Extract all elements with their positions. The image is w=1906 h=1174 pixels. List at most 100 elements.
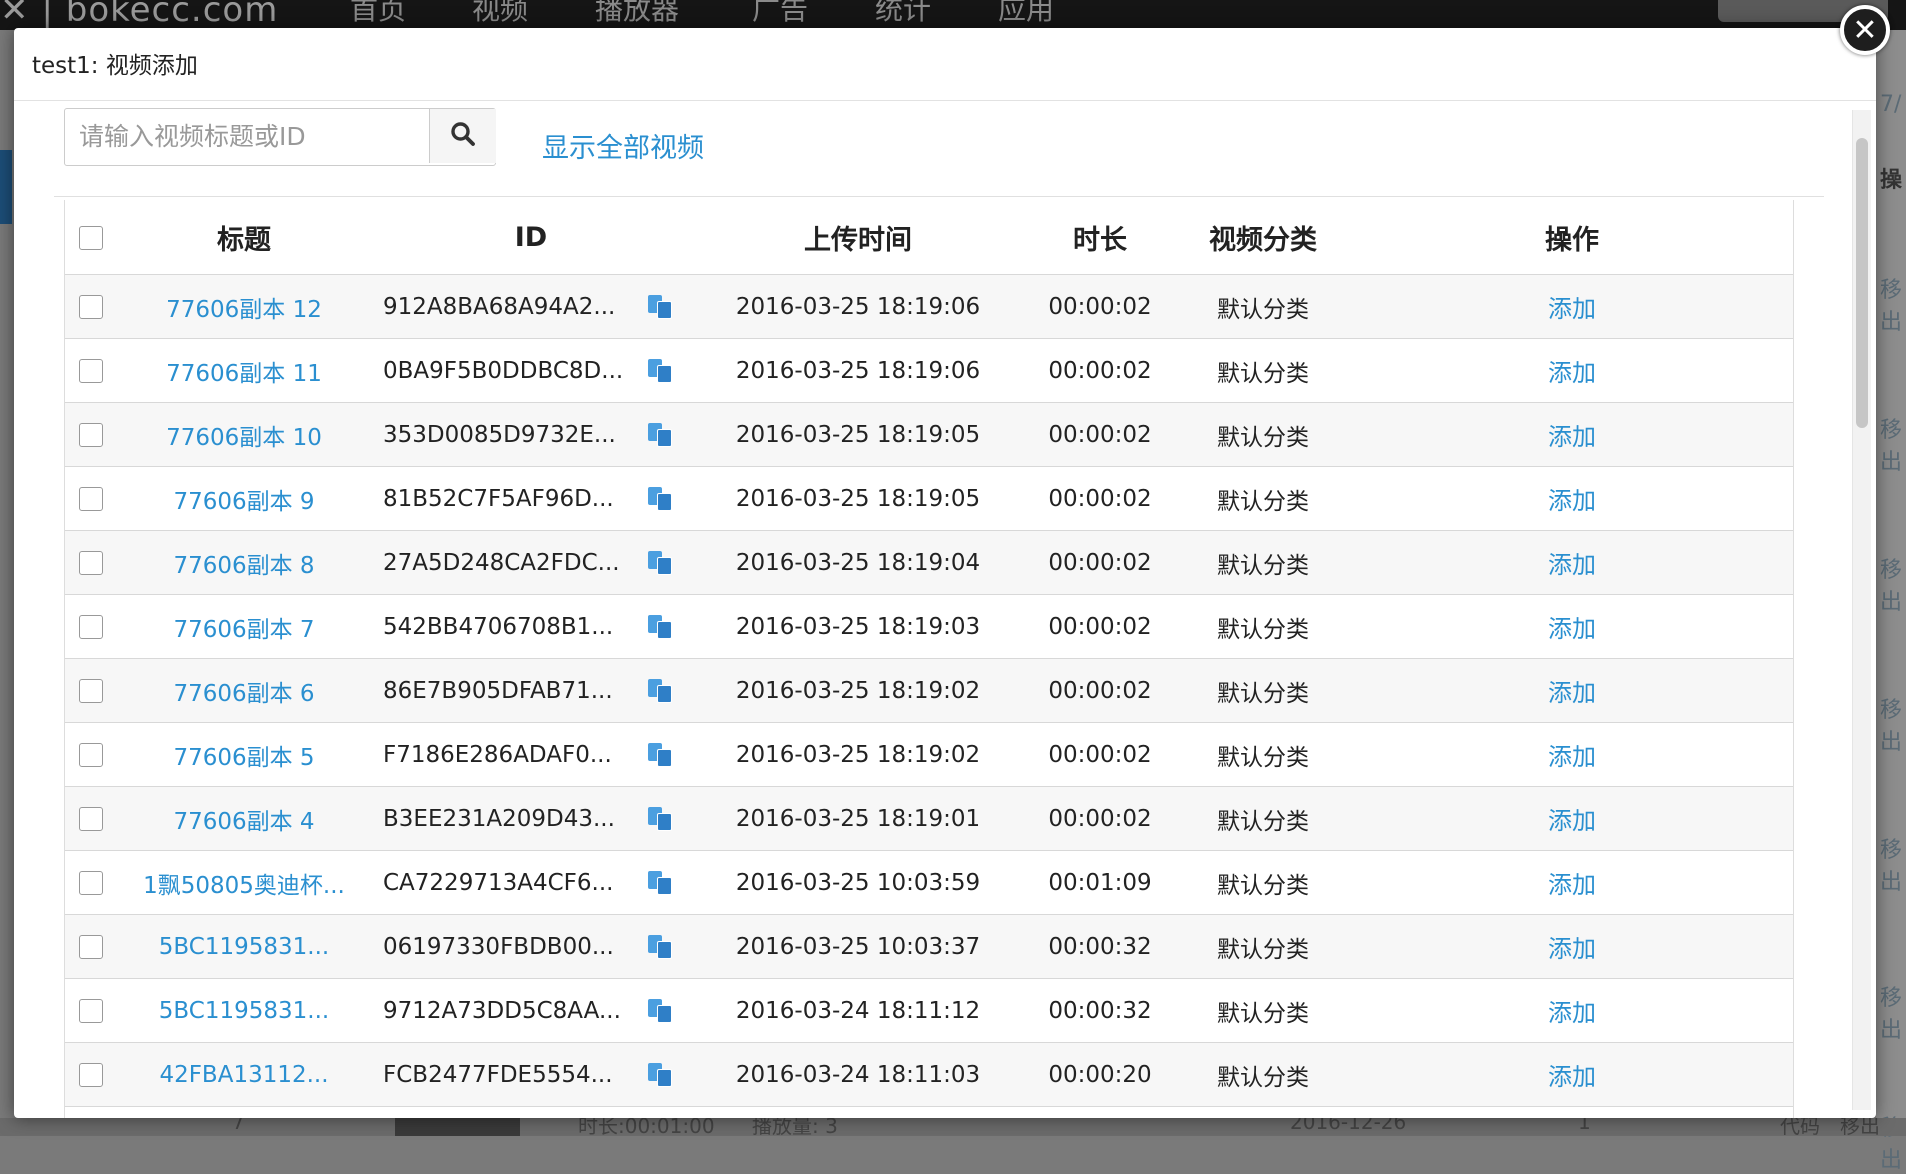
row-checkbox[interactable] bbox=[79, 1063, 103, 1087]
duration: 00:00:02 bbox=[1025, 658, 1175, 723]
copy-icon[interactable] bbox=[648, 359, 674, 383]
title-cell: 1飘50805奥迪杯... bbox=[117, 850, 371, 915]
video-id: F7186E286ADAF0... bbox=[371, 722, 631, 787]
title-cell: 77606副本 6 bbox=[117, 658, 371, 723]
copy-icon[interactable] bbox=[648, 999, 674, 1023]
copy-id-cell bbox=[631, 466, 691, 531]
background-bottom-code: 代码 bbox=[1780, 1118, 1820, 1136]
copy-icon[interactable] bbox=[648, 551, 674, 575]
row-checkbox[interactable] bbox=[79, 807, 103, 831]
close-button[interactable]: ✕ bbox=[1840, 5, 1890, 55]
row-checkbox[interactable] bbox=[79, 743, 103, 767]
duration: 00:00:02 bbox=[1025, 722, 1175, 787]
add-video-link[interactable]: 添加 bbox=[1548, 295, 1596, 323]
background-nav-video: 视频 bbox=[472, 0, 529, 26]
action-cell: 添加 bbox=[1351, 914, 1793, 979]
background-bottom-plays: 播放量: 3 bbox=[752, 1118, 838, 1136]
video-title-link[interactable]: 5BC1195831... bbox=[159, 998, 329, 1024]
header-action: 操作 bbox=[1351, 200, 1793, 275]
copy-icon[interactable] bbox=[648, 423, 674, 447]
category: 默认分类 bbox=[1175, 1106, 1351, 1118]
video-title-link[interactable]: 42FBA13112... bbox=[159, 1062, 328, 1088]
video-id: B3EE231A209D43... bbox=[371, 786, 631, 851]
video-table: 标题 ID 上传时间 时长 视频分类 操作 77606副本 12 912A8BA6… bbox=[65, 200, 1793, 1118]
row-checkbox-cell bbox=[65, 978, 117, 1043]
action-cell: 添加 bbox=[1351, 850, 1793, 915]
show-all-videos-link[interactable]: 显示全部视频 bbox=[542, 126, 704, 165]
video-title-link[interactable]: 77606副本 4 bbox=[173, 809, 314, 835]
title-cell: 77606副本 8 bbox=[117, 530, 371, 595]
upload-time: 2016-03-25 18:19:06 bbox=[691, 274, 1025, 339]
action-cell: 添加 bbox=[1351, 1042, 1793, 1107]
add-video-link[interactable]: 添加 bbox=[1548, 935, 1596, 963]
duration: 00:00:02 bbox=[1025, 274, 1175, 339]
row-checkbox[interactable] bbox=[79, 871, 103, 895]
row-checkbox[interactable] bbox=[79, 999, 103, 1023]
add-video-link[interactable]: 添加 bbox=[1548, 359, 1596, 387]
row-checkbox-cell bbox=[65, 338, 117, 403]
upload-time: 2016-03-25 10:03:37 bbox=[691, 914, 1025, 979]
background-bottom-index: 7 bbox=[232, 1118, 245, 1134]
add-video-link[interactable]: 添加 bbox=[1548, 487, 1596, 515]
modal-scrollbar-thumb[interactable] bbox=[1856, 138, 1868, 428]
copy-icon[interactable] bbox=[648, 871, 674, 895]
action-cell: 添加 bbox=[1351, 274, 1793, 339]
add-video-link[interactable]: 添加 bbox=[1548, 1063, 1596, 1091]
copy-icon[interactable] bbox=[648, 935, 674, 959]
add-video-link[interactable]: 添加 bbox=[1548, 423, 1596, 451]
title-cell: 77606副本 12 bbox=[117, 274, 371, 339]
copy-icon[interactable] bbox=[648, 743, 674, 767]
copy-icon[interactable] bbox=[648, 487, 674, 511]
copy-icon[interactable] bbox=[648, 1063, 674, 1087]
copy-icon[interactable] bbox=[648, 615, 674, 639]
background-nav-stats: 统计 bbox=[875, 0, 932, 26]
row-checkbox[interactable] bbox=[79, 935, 103, 959]
row-checkbox[interactable] bbox=[79, 615, 103, 639]
modal-scrollbar[interactable] bbox=[1852, 110, 1871, 1110]
video-title-link[interactable]: 77606副本 12 bbox=[166, 297, 322, 323]
row-checkbox[interactable] bbox=[79, 551, 103, 575]
copy-id-cell bbox=[631, 850, 691, 915]
action-cell: 添加 bbox=[1351, 1106, 1793, 1118]
category: 默认分类 bbox=[1175, 978, 1351, 1043]
row-checkbox[interactable] bbox=[79, 295, 103, 319]
add-video-link[interactable]: 添加 bbox=[1548, 551, 1596, 579]
background-remove-link: 移出 bbox=[1880, 278, 1903, 335]
row-checkbox-cell bbox=[65, 658, 117, 723]
search-input[interactable] bbox=[65, 109, 429, 163]
video-title-link[interactable]: 5BC1195831... bbox=[159, 934, 329, 960]
video-title-link[interactable]: 77606副本 7 bbox=[173, 617, 314, 643]
video-id: 542BB4706708B1... bbox=[371, 594, 631, 659]
copy-icon[interactable] bbox=[648, 807, 674, 831]
title-cell: 42FBA13112... bbox=[117, 1042, 371, 1107]
modal-title: test1: 视频添加 bbox=[32, 53, 198, 79]
copy-icon[interactable] bbox=[648, 679, 674, 703]
video-title-link[interactable]: 77606副本 6 bbox=[173, 681, 314, 707]
add-video-link[interactable]: 添加 bbox=[1548, 807, 1596, 835]
row-checkbox[interactable] bbox=[79, 359, 103, 383]
search-button[interactable] bbox=[429, 109, 496, 163]
video-title-link[interactable]: 1飘50805奥迪杯... bbox=[143, 873, 345, 899]
title-cell: 77606副本 7 bbox=[117, 594, 371, 659]
row-checkbox[interactable] bbox=[79, 423, 103, 447]
row-checkbox[interactable] bbox=[79, 679, 103, 703]
title-cell: 5BC1195831... bbox=[117, 978, 371, 1043]
add-video-link[interactable]: 添加 bbox=[1548, 679, 1596, 707]
select-all-checkbox[interactable] bbox=[79, 226, 103, 250]
add-video-link[interactable]: 添加 bbox=[1548, 615, 1596, 643]
row-checkbox[interactable] bbox=[79, 487, 103, 511]
video-title-link[interactable]: 77606副本 8 bbox=[173, 553, 314, 579]
duration: 00:00:02 bbox=[1025, 786, 1175, 851]
copy-icon[interactable] bbox=[648, 295, 674, 319]
search-box bbox=[64, 108, 496, 166]
video-title-link[interactable]: 77606副本 11 bbox=[166, 361, 322, 387]
add-video-link[interactable]: 添加 bbox=[1548, 871, 1596, 899]
copy-id-cell bbox=[631, 658, 691, 723]
add-video-link[interactable]: 添加 bbox=[1548, 999, 1596, 1027]
video-title-link[interactable]: 77606副本 10 bbox=[166, 425, 322, 451]
add-video-link[interactable]: 添加 bbox=[1548, 743, 1596, 771]
row-checkbox-cell bbox=[65, 850, 117, 915]
video-title-link[interactable]: 77606副本 5 bbox=[173, 745, 314, 771]
video-title-link[interactable]: 77606副本 9 bbox=[173, 489, 314, 515]
background-sidebar-active bbox=[0, 150, 12, 224]
